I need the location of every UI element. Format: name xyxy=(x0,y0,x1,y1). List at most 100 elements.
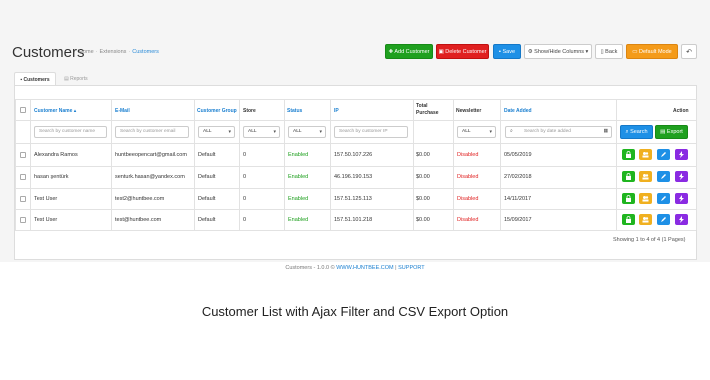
chevron-down-icon: ▾ xyxy=(584,49,589,55)
header-email[interactable]: E-Mail xyxy=(115,108,130,114)
chevron-down-icon: ▾ xyxy=(273,129,276,135)
caption: Customer List with Ajax Filter and CSV E… xyxy=(201,304,509,319)
col-divider xyxy=(239,99,240,230)
table-border-top xyxy=(15,99,696,100)
customer-store: 0 xyxy=(243,217,247,223)
huntbee-link[interactable]: WWW.HUNTBEE.COM xyxy=(336,265,393,271)
login-button[interactable] xyxy=(622,171,635,182)
login-button[interactable] xyxy=(622,193,635,204)
status-value: Enabled xyxy=(288,217,309,223)
header-customer-group[interactable]: Customer Group xyxy=(197,108,237,114)
table-border-bottom xyxy=(15,230,696,231)
header-divider xyxy=(15,120,696,121)
header-customer-name[interactable]: Customer Name ▴ xyxy=(34,108,76,114)
customer-name: Alexandra Ramos xyxy=(34,152,78,158)
edit-button[interactable] xyxy=(657,193,670,204)
page-title: Customers xyxy=(12,44,85,61)
action-button[interactable] xyxy=(675,149,688,160)
undo-icon: ↶ xyxy=(686,49,692,56)
delete-customer-button[interactable]: ▣ Delete Customer xyxy=(436,44,489,59)
newsletter-value: Disabled xyxy=(457,217,479,223)
action-button[interactable] xyxy=(675,214,688,225)
tab-reports[interactable]: ▤ Reports xyxy=(64,72,88,86)
lock-icon xyxy=(626,173,631,180)
customer-store: 0 xyxy=(243,152,247,158)
row-checkbox[interactable] xyxy=(20,174,26,180)
status-value: Enabled xyxy=(288,196,309,202)
date-added: 15/09/2017 xyxy=(504,217,532,223)
status-value: Enabled xyxy=(288,152,309,158)
view-button[interactable] xyxy=(639,214,652,225)
customer-group: Default xyxy=(198,196,216,202)
search-button[interactable]: ⌕ Search xyxy=(620,125,653,139)
pencil-icon xyxy=(661,217,666,222)
calendar-icon[interactable]: ▦ xyxy=(603,127,608,137)
pencil-icon xyxy=(661,152,666,157)
customer-store: 0 xyxy=(243,196,247,202)
select-all-checkbox[interactable] xyxy=(20,107,26,113)
back-button[interactable]: ▯ Back xyxy=(595,44,623,59)
bolt-icon xyxy=(679,173,684,180)
header-status[interactable]: Status xyxy=(287,108,302,114)
col-divider xyxy=(413,99,414,230)
row-checkbox[interactable] xyxy=(20,217,26,223)
newsletter-value: Disabled xyxy=(457,196,479,202)
lock-icon xyxy=(626,151,631,158)
default-mode-button[interactable]: ▭ Default Mode xyxy=(626,44,678,59)
col-divider xyxy=(111,99,112,230)
add-customer-button[interactable]: ✚ Add Customer xyxy=(385,44,433,59)
sort-asc-icon: ▴ xyxy=(73,108,77,114)
support-link[interactable]: SUPPORT xyxy=(398,265,425,271)
edit-button[interactable] xyxy=(657,149,670,160)
customer-email: test@huntbee.com xyxy=(115,217,162,223)
tab-customers[interactable]: ▪ Customers xyxy=(14,72,56,86)
edit-button[interactable] xyxy=(657,171,670,182)
total-purchase: $0.00 xyxy=(416,217,430,223)
total-purchase: $0.00 xyxy=(416,174,430,180)
store-filter-select[interactable]: ALL ▾ xyxy=(243,126,280,138)
customer-email: test2@huntbee.com xyxy=(115,196,165,202)
view-button[interactable] xyxy=(639,171,652,182)
customer-group: Default xyxy=(198,152,216,158)
view-button[interactable] xyxy=(639,149,652,160)
ip-filter[interactable]: Search by customer IP xyxy=(334,126,408,138)
ip-value: 46.196.190.153 xyxy=(334,174,373,180)
file-icon: ▤ xyxy=(660,129,667,135)
header-store: Store xyxy=(243,108,256,114)
login-button[interactable] xyxy=(622,214,635,225)
breadcrumb-customers[interactable]: Customers xyxy=(132,49,159,55)
chart-icon: ▤ xyxy=(64,76,69,82)
undo-button[interactable]: ↶ xyxy=(681,44,697,59)
date-added-filter[interactable]: ⌕ Search by date added ▦ xyxy=(505,126,612,138)
header-date-added[interactable]: Date Added xyxy=(504,108,532,114)
breadcrumb-home[interactable]: Home xyxy=(79,49,94,55)
email-filter[interactable]: Search by customer email xyxy=(115,126,189,138)
pagination-text: Showing 1 to 4 of 4 (1 Pages) xyxy=(613,237,686,243)
newsletter-filter-select[interactable]: ALL ▾ xyxy=(457,126,496,138)
export-button[interactable]: ▤ Export xyxy=(655,125,688,139)
show-hide-columns-button[interactable]: ⚙ Show/Hide Columns ▾ xyxy=(524,44,592,59)
view-button[interactable] xyxy=(639,193,652,204)
edit-button[interactable] xyxy=(657,214,670,225)
chevron-down-icon: ▾ xyxy=(319,129,322,135)
col-divider xyxy=(194,99,195,230)
login-button[interactable] xyxy=(622,149,635,160)
action-button[interactable] xyxy=(675,171,688,182)
status-filter-select[interactable]: ALL ▾ xyxy=(288,126,326,138)
action-button[interactable] xyxy=(675,193,688,204)
row-checkbox[interactable] xyxy=(20,196,26,202)
newsletter-value: Disabled xyxy=(457,152,479,158)
group-filter-select[interactable]: ALL ▾ xyxy=(198,126,235,138)
col-divider xyxy=(696,99,697,230)
customer-name-filter[interactable]: Search by customer name xyxy=(34,126,107,138)
breadcrumb-extensions[interactable]: Extensions xyxy=(100,49,127,55)
save-button[interactable]: ▪ Save xyxy=(493,44,521,59)
header-ip[interactable]: IP xyxy=(334,108,339,114)
search-icon: ⌕ xyxy=(510,129,513,134)
ip-value: 157.51.101.218 xyxy=(334,217,373,223)
customer-email: huntbeeopencart@gmail.com xyxy=(115,152,187,158)
row-checkbox[interactable] xyxy=(20,152,26,158)
date-added: 27/02/2018 xyxy=(504,174,532,180)
customer-group: Default xyxy=(198,174,216,180)
customer-email: senturk.hasan@yandex.com xyxy=(115,174,185,180)
